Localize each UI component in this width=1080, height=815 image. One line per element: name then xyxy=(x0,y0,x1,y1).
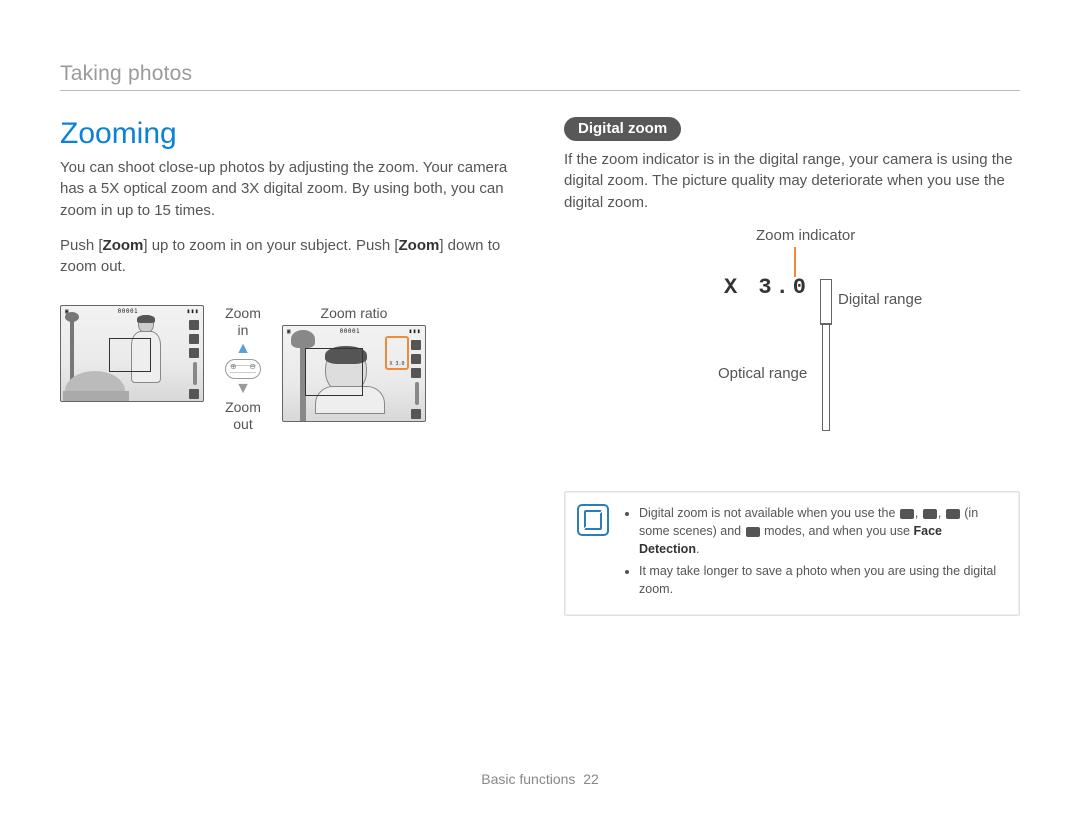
breadcrumb: Taking photos xyxy=(60,62,1020,91)
breadcrumb-text: Taking photos xyxy=(60,62,192,85)
battery-icon: ▮▮▮ xyxy=(409,328,421,335)
zoom-in-label: Zoom in xyxy=(225,305,261,339)
page-footer: Basic functions 22 xyxy=(0,771,1080,787)
zoom-value-readout: X 3.0 xyxy=(724,275,810,300)
magnify-minus-icon: ⊖ xyxy=(249,362,256,371)
zoom-ratio-label: Zoom ratio xyxy=(321,305,388,321)
intro-paragraph: You can shoot close-up photos by adjusti… xyxy=(60,157,516,221)
focus-rect xyxy=(109,338,151,372)
camera-screen-zoomed: ▣ 00001 ▮▮▮ xyxy=(282,325,426,422)
zoom-keyword: Zoom xyxy=(103,237,144,254)
shot-counter: 00001 xyxy=(118,308,139,315)
zoom-figure: ▣ 00001 ▮▮▮ xyxy=(60,305,516,432)
note-icon xyxy=(577,504,609,536)
text-fragment: , xyxy=(915,506,922,520)
footer-page-number: 22 xyxy=(583,771,599,787)
footer-section: Basic functions xyxy=(481,771,575,787)
battery-icon: ▮▮▮ xyxy=(187,308,199,315)
setting-icon xyxy=(189,348,199,358)
text-fragment: ] up to zoom in on your subject. Push [ xyxy=(143,237,398,254)
text-fragment: , xyxy=(938,506,945,520)
text-fragment: Push [ xyxy=(60,237,103,254)
leader-line xyxy=(794,247,796,277)
zoom-range-bar xyxy=(820,279,832,431)
shot-counter: 00001 xyxy=(340,328,361,335)
zoom-ratio-highlight: X 3.0 xyxy=(385,336,409,370)
setting-icon xyxy=(189,320,199,330)
text-fragment: . xyxy=(696,542,699,556)
setting-icon xyxy=(411,340,421,350)
zoom-indicator-label: Zoom indicator xyxy=(756,227,855,244)
arrow-down-icon: ▼ xyxy=(235,381,251,397)
digital-range-label: Digital range xyxy=(838,291,922,308)
setting-icon xyxy=(189,334,199,344)
zoom-keyword: Zoom xyxy=(399,237,440,254)
magnify-plus-icon: ⊕ xyxy=(230,362,237,371)
left-column: Zooming You can shoot close-up photos by… xyxy=(60,117,516,616)
note-item: It may take longer to save a photo when … xyxy=(639,562,1003,598)
zoom-bar xyxy=(415,382,419,405)
text-fragment: Digital zoom is not available when you u… xyxy=(639,506,899,520)
setting-icon xyxy=(411,368,421,378)
digital-zoom-heading: Digital zoom xyxy=(564,117,681,141)
instruction-paragraph: Push [Zoom] up to zoom in on your subjec… xyxy=(60,235,516,278)
digital-zoom-paragraph: If the zoom indicator is in the digital … xyxy=(564,149,1020,213)
section-title: Zooming xyxy=(60,117,516,151)
dis-mode-icon xyxy=(923,509,937,519)
arrow-up-icon: ▲ xyxy=(235,341,251,357)
right-column: Digital zoom If the zoom indicator is in… xyxy=(564,117,1020,616)
zoom-indicator-diagram: Zoom indicator X 3.0 Digital range Optic… xyxy=(724,227,1024,437)
zoom-out-label: Zoom out xyxy=(225,399,261,433)
digital-range-segment xyxy=(820,279,832,325)
setting-icon xyxy=(189,389,199,399)
zoom-rocker-icon: ⊕ ⊖ xyxy=(225,359,261,379)
setting-icon xyxy=(411,354,421,364)
optical-range-label: Optical range xyxy=(718,365,807,382)
camera-screen-wide: ▣ 00001 ▮▮▮ xyxy=(60,305,204,402)
setting-icon xyxy=(411,409,421,419)
note-list: Digital zoom is not available when you u… xyxy=(623,504,1003,603)
zoom-ratio-value: X 3.0 xyxy=(389,361,404,367)
movie-mode-icon xyxy=(746,527,760,537)
zoom-control-diagram: Zoom in ▲ ⊕ ⊖ ▼ Zoom out xyxy=(212,305,274,432)
note-item: Digital zoom is not available when you u… xyxy=(639,504,1003,558)
scene-mode-icon xyxy=(946,509,960,519)
focus-rect xyxy=(305,348,363,396)
info-note-box: Digital zoom is not available when you u… xyxy=(564,491,1020,616)
smart-mode-icon xyxy=(900,509,914,519)
zoom-bar xyxy=(193,362,197,385)
text-fragment: modes, and when you use xyxy=(761,524,914,538)
